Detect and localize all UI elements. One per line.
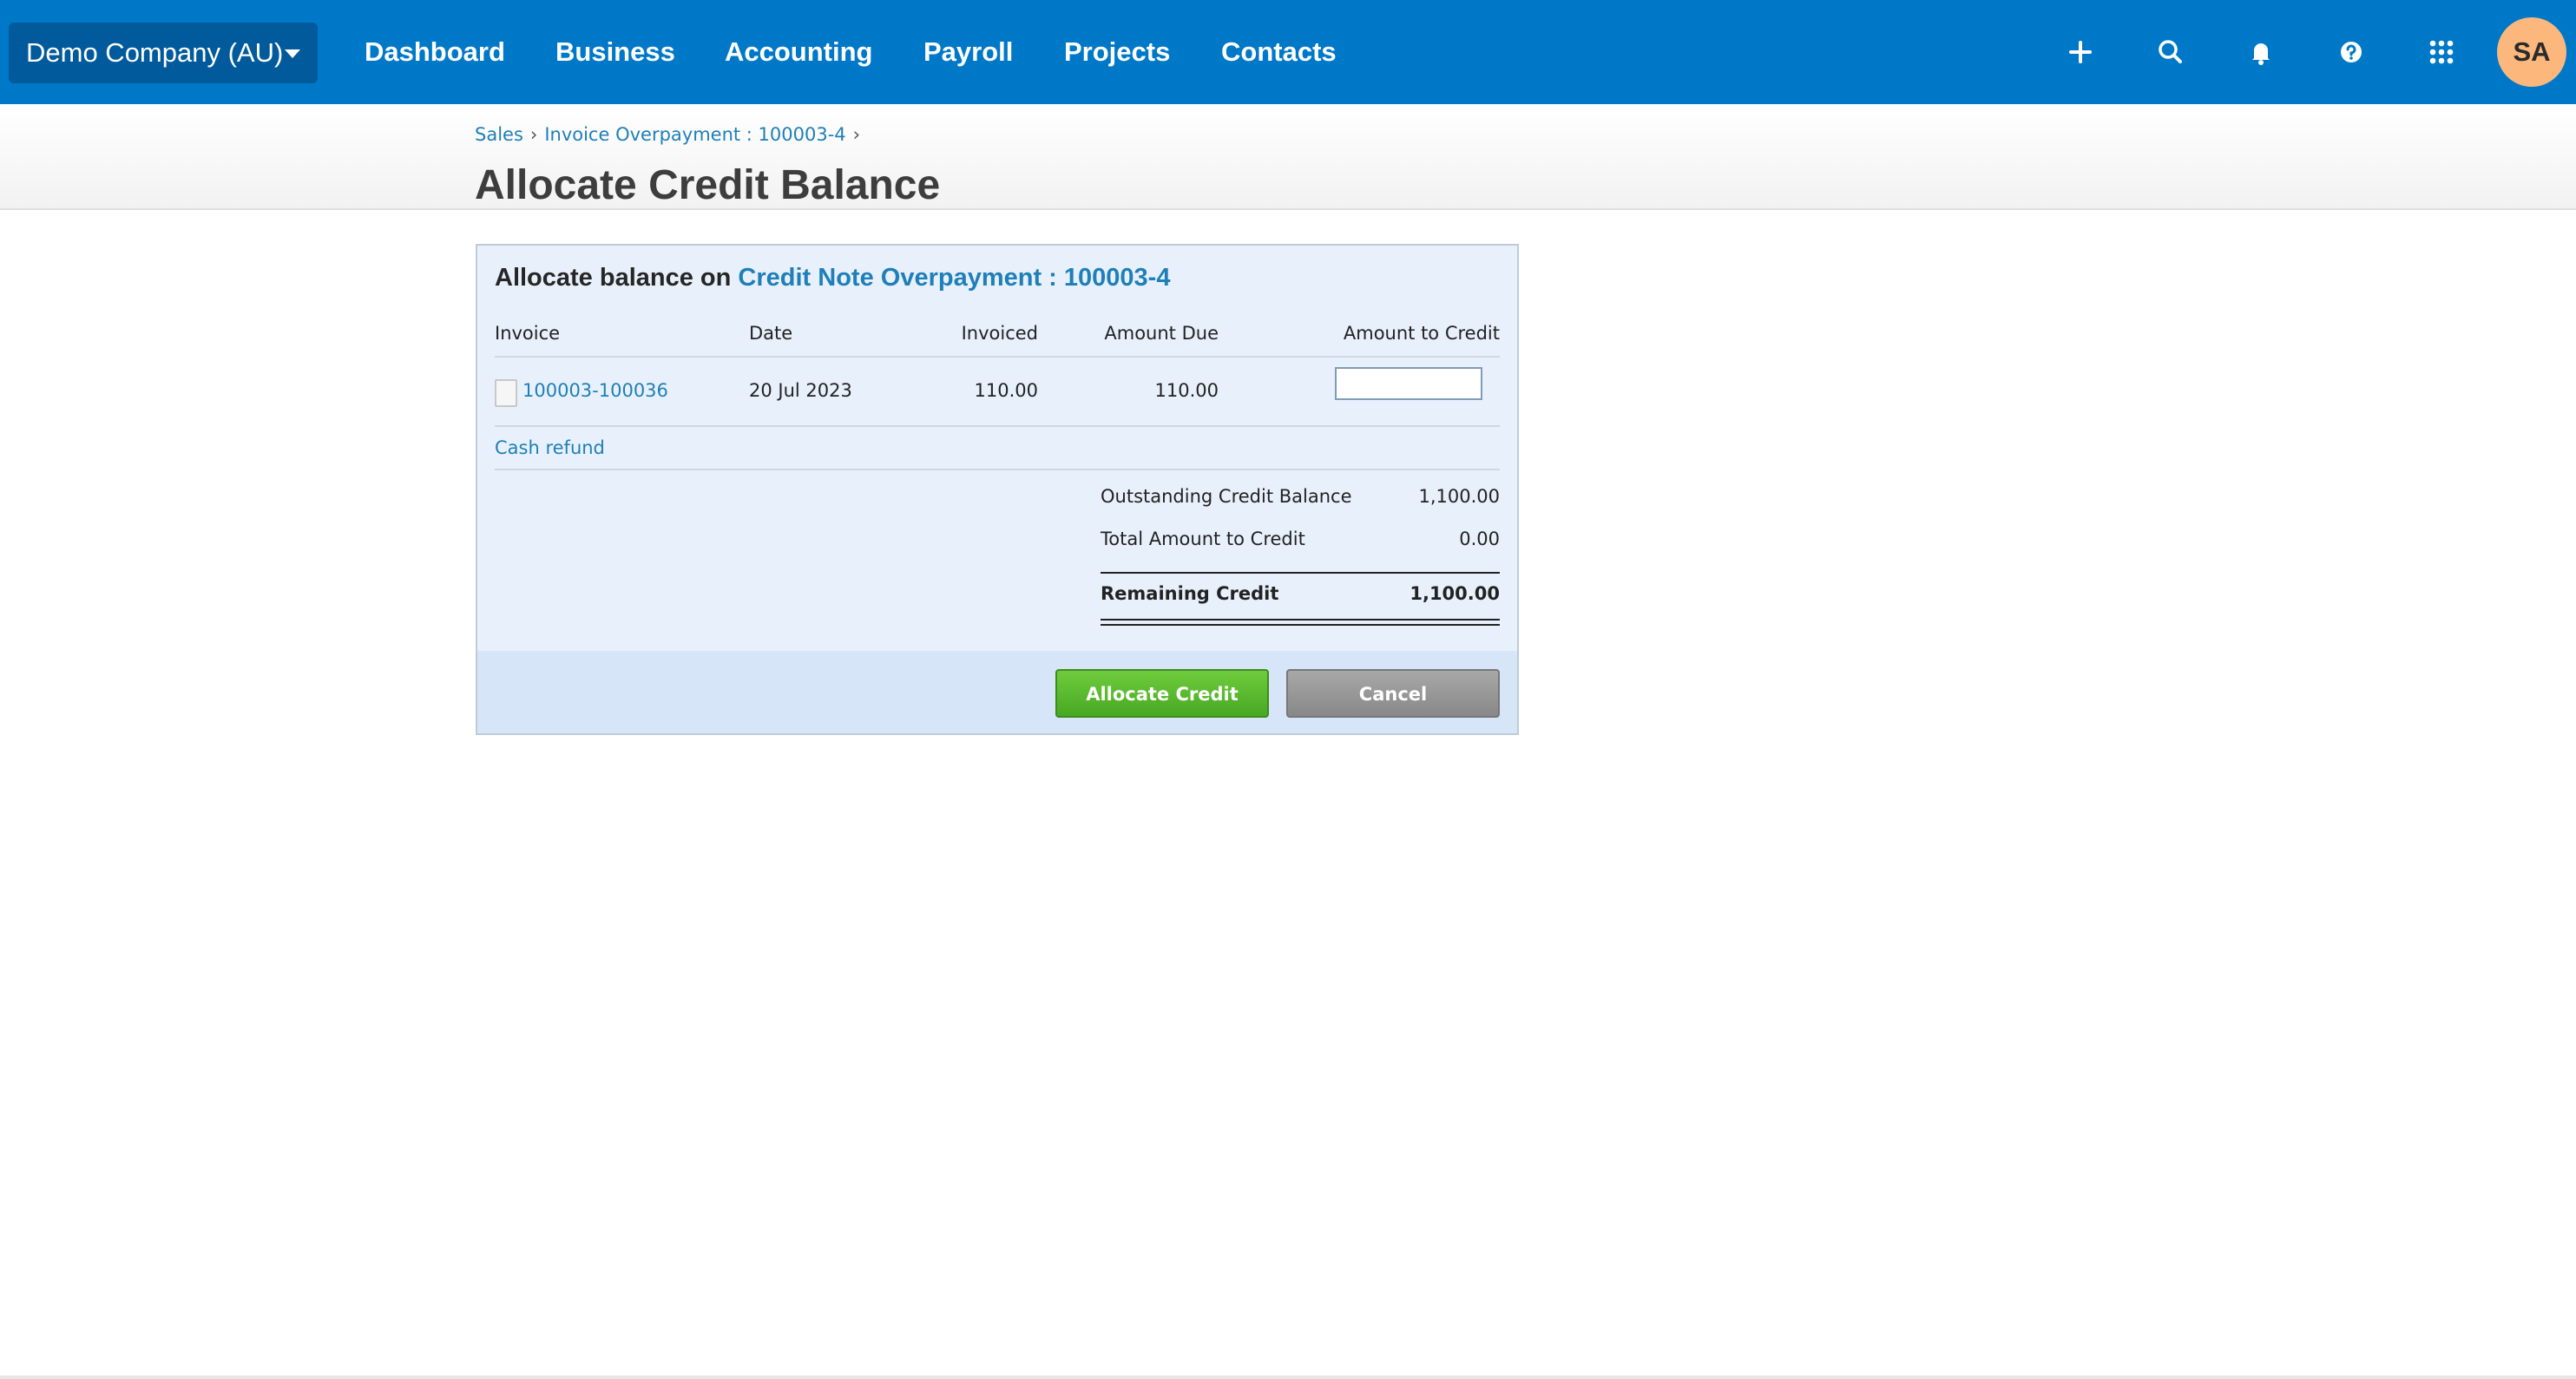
nav-accounting[interactable]: Accounting (725, 31, 873, 73)
nav-contacts[interactable]: Contacts (1221, 31, 1337, 73)
nav-projects[interactable]: Projects (1064, 31, 1170, 73)
breadcrumb-separator: › (852, 124, 861, 145)
credit-note-link[interactable]: Credit Note Overpayment : 100003-4 (738, 264, 1170, 292)
nav-business[interactable]: Business (555, 31, 675, 73)
apps-grid-icon[interactable] (2422, 33, 2461, 71)
caret-down-icon (285, 49, 300, 58)
invoice-invoiced: 110.00 (974, 380, 1038, 401)
page-header: Sales › Invoice Overpayment : 100003-4 › Al… (0, 104, 2576, 210)
cash-refund-link[interactable]: Cash refund (495, 435, 605, 461)
column-header-invoice: Invoice (495, 323, 561, 344)
invoice-link[interactable]: 100003-100036 (522, 378, 668, 404)
total-amount-to-credit-label: Total Amount to Credit (1101, 529, 1305, 549)
column-header-amount-due: Amount Due (1104, 323, 1219, 344)
panel-heading-prefix: Allocate balance on (495, 264, 732, 292)
page-title: Allocate Credit Balance (475, 162, 941, 208)
breadcrumb-sales[interactable]: Sales (475, 124, 523, 145)
column-header-date: Date (749, 323, 793, 344)
nav-payroll[interactable]: Payroll (923, 31, 1013, 73)
user-avatar[interactable]: SA (2497, 17, 2566, 87)
double-underline (1101, 624, 1500, 626)
breadcrumb-separator: › (529, 124, 538, 145)
total-amount-to-credit-value: 0.00 (1459, 529, 1500, 549)
organisation-name: Demo Company (AU) (26, 37, 284, 68)
organisation-switcher[interactable]: Demo Company (AU) (9, 23, 318, 83)
column-header-invoiced: Invoiced (961, 323, 1038, 344)
amount-to-credit-input[interactable] (1335, 367, 1482, 400)
panel-footer: Allocate Credit Cancel (477, 651, 1517, 733)
double-underline (1101, 619, 1500, 621)
column-header-amount-to-credit: Amount to Credit (1343, 323, 1500, 344)
invoice-date: 20 Jul 2023 (749, 380, 852, 401)
panel-heading: Allocate balance on Credit Note Overpaym… (495, 263, 1170, 292)
divider (495, 425, 1500, 427)
divider (495, 469, 1500, 470)
help-icon[interactable] (2332, 33, 2370, 71)
divider (495, 356, 1500, 358)
top-navigation-bar: Demo Company (AU) Dashboard Business Acc… (0, 0, 2576, 104)
remaining-credit-value: 1,100.00 (1410, 583, 1500, 604)
breadcrumb-invoice-overpayment[interactable]: Invoice Overpayment : 100003-4 (544, 124, 845, 145)
bell-icon[interactable] (2242, 33, 2280, 71)
cancel-button[interactable]: Cancel (1286, 669, 1500, 718)
invoice-amount-due: 110.00 (1154, 380, 1219, 401)
remaining-credit-label: Remaining Credit (1101, 583, 1279, 604)
plus-icon[interactable] (2061, 33, 2100, 71)
nav-dashboard[interactable]: Dashboard (365, 31, 505, 73)
allocate-credit-button[interactable]: Allocate Credit (1055, 669, 1269, 718)
allocate-balance-panel: Allocate balance on Credit Note Overpaym… (476, 244, 1519, 735)
outstanding-credit-value: 1,100.00 (1418, 486, 1500, 507)
document-icon (495, 379, 517, 407)
window-bottom-edge (0, 1376, 2576, 1379)
total-divider (1101, 572, 1500, 574)
search-icon[interactable] (2152, 33, 2190, 71)
